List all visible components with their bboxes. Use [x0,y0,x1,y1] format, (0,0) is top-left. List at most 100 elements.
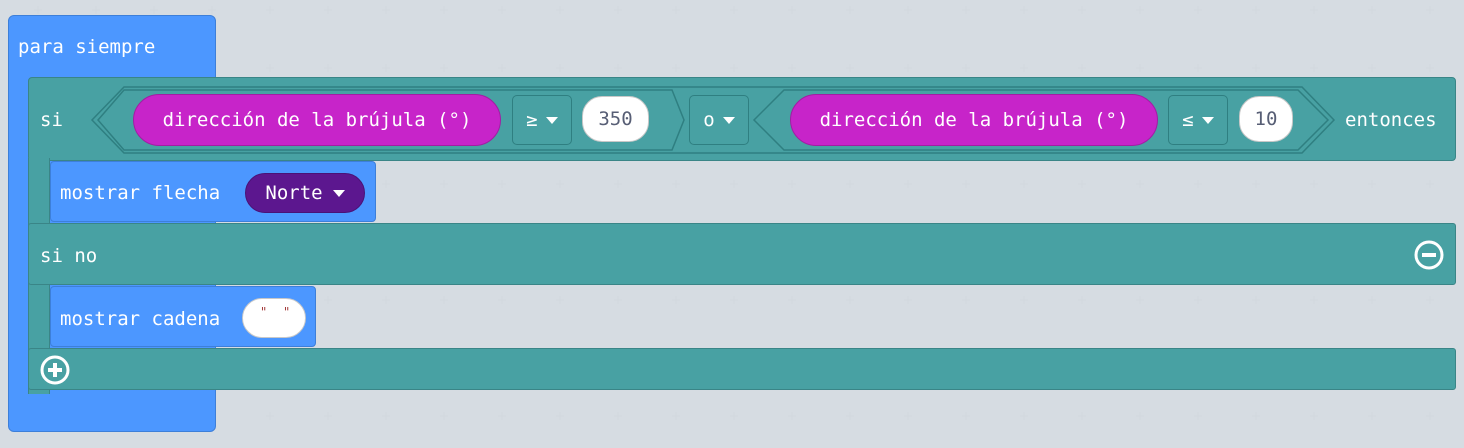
grid-mark [556,180,564,188]
grid-mark [672,180,680,188]
grid-mark [1426,64,1434,72]
show-string-label: mostrar cadena [60,308,221,330]
grid-mark [498,412,506,420]
grid-mark [1310,296,1318,304]
forever-label: para siempre [18,36,156,58]
grid-mark [672,6,680,14]
grid-mark [1078,180,1086,188]
caret-down-icon [545,116,558,124]
operator-right-label: ≤ [1182,109,1194,131]
minus-circle-icon[interactable] [1414,240,1444,270]
grid-mark [1136,64,1144,72]
grid-mark [1020,6,1028,14]
grid-mark [266,64,274,72]
grid-mark [730,412,738,420]
open-quote-icon: " [260,305,268,319]
grid-mark [614,6,622,14]
grid-mark [440,6,448,14]
grid-mark [440,180,448,188]
grid-mark [962,6,970,14]
grid-mark [1368,6,1376,14]
grid-mark [1020,412,1028,420]
grid-mark [788,296,796,304]
grid-mark [962,64,970,72]
grid-mark [556,6,564,14]
grid-mark [788,180,796,188]
grid-mark [1078,6,1086,14]
grid-mark [614,180,622,188]
else-row[interactable] [28,223,1456,285]
grid-mark [498,296,506,304]
compass-heading-reporter-right[interactable]: dirección de la brújula (°) [790,94,1158,146]
logic-operator-label: o [703,109,715,131]
grid-mark [846,412,854,420]
grid-mark [498,64,506,72]
grid-mark [1368,64,1376,72]
grid-mark [556,64,564,72]
grid-mark [1078,412,1086,420]
grid-mark [324,64,332,72]
grid-mark [846,296,854,304]
grid-mark [1194,412,1202,420]
arrow-direction-dropdown[interactable]: Norte [245,173,365,213]
string-input[interactable]: " " [242,298,306,338]
grid-mark [1078,296,1086,304]
caret-down-icon [1201,116,1214,124]
grid-mark [846,6,854,14]
close-quote-icon: " [283,305,291,319]
grid-mark [498,180,506,188]
grid-mark [1252,6,1260,14]
compass-heading-reporter-left[interactable]: dirección de la brújula (°) [133,94,501,146]
grid-mark [266,412,274,420]
grid-mark [788,6,796,14]
grid-mark [788,412,796,420]
value-input-right[interactable]: 10 [1239,96,1293,142]
grid-mark [904,180,912,188]
grid-mark [1426,6,1434,14]
grid-mark [324,6,332,14]
grid-mark [1368,412,1376,420]
grid-mark [672,412,680,420]
grid-mark [1310,180,1318,188]
grid-mark [1310,6,1318,14]
else-label: si no [40,245,98,267]
grid-mark [34,6,42,14]
grid-mark [440,412,448,420]
grid-mark [1194,180,1202,188]
logic-operator-dropdown[interactable]: o [689,95,749,145]
grid-mark [1136,180,1144,188]
grid-mark [788,64,796,72]
grid-mark [730,180,738,188]
grid-mark [382,180,390,188]
grid-mark [962,412,970,420]
grid-mark [1426,296,1434,304]
operator-left-label: ≥ [526,109,538,131]
grid-mark [498,6,506,14]
grid-mark [614,412,622,420]
grid-mark [672,296,680,304]
grid-mark [1252,180,1260,188]
grid-mark [440,64,448,72]
grid-mark [1252,412,1260,420]
grid-mark [1136,296,1144,304]
plus-circle-icon[interactable] [40,355,70,385]
grid-mark [1020,180,1028,188]
grid-mark [1020,296,1028,304]
grid-mark [440,296,448,304]
grid-mark [614,64,622,72]
grid-mark [904,6,912,14]
grid-mark [382,296,390,304]
value-input-left[interactable]: 350 [582,96,649,142]
grid-mark [556,296,564,304]
grid-mark [904,296,912,304]
grid-mark [1020,64,1028,72]
grid-mark [1078,64,1086,72]
operator-dropdown-left[interactable]: ≥ [512,95,572,145]
grid-mark [730,6,738,14]
grid-mark [1426,412,1434,420]
grid-mark [1252,64,1260,72]
operator-dropdown-right[interactable]: ≤ [1168,95,1228,145]
grid-mark [1368,296,1376,304]
grid-mark [1194,296,1202,304]
grid-mark [208,6,216,14]
